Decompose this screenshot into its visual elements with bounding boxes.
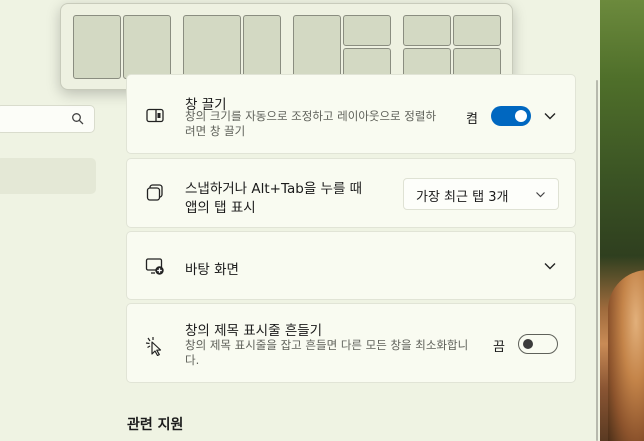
snap-window-icon [146, 108, 164, 123]
snap-zone-2-right[interactable] [243, 15, 281, 79]
toggle-state-label: 끔 [493, 340, 505, 355]
setting-card-desktop[interactable]: 바탕 화면 [126, 231, 576, 300]
card-title: 바탕 화면 [185, 262, 239, 278]
dropdown-selected-value: 가장 최근 탭 3개 [416, 190, 509, 205]
snap-zone-4-top-left[interactable] [403, 15, 451, 46]
card-title-line1: 스냅하거나 Alt+Tab을 누를 때 [185, 181, 363, 197]
card-title: 창의 제목 표시줄 흔들기 [185, 323, 323, 339]
search-icon [72, 113, 84, 125]
app-tabs-icon [146, 184, 163, 201]
card-description: 창의 크기를 자동으로 조정하고 레이아웃으로 정렬하려면 창 끌기 [185, 109, 437, 138]
toggle-knob [523, 339, 533, 349]
snap-zone-3-top-right[interactable] [343, 15, 391, 46]
snap-zone-3-left[interactable] [293, 15, 341, 79]
snap-zone-4-top-right[interactable] [453, 15, 501, 46]
chevron-down-icon [536, 192, 545, 198]
wallpaper-dog-fur [608, 270, 644, 441]
desktop-add-icon [145, 258, 164, 275]
chevron-down-icon[interactable] [543, 259, 557, 273]
desktop-wallpaper [600, 0, 644, 441]
chevron-down-icon[interactable] [543, 109, 557, 123]
setting-card-drag-window[interactable]: 창 끌기 창의 크기를 자동으로 조정하고 레이아웃으로 정렬하려면 창 끌기 … [126, 74, 576, 154]
card-description: 창의 제목 표시줄을 잡고 흔들면 다른 모든 창을 최소화합니다. [185, 338, 469, 367]
settings-search-input[interactable] [0, 105, 95, 133]
title-bar-shake-toggle[interactable] [518, 334, 558, 354]
snap-zone-1-left[interactable] [73, 15, 121, 79]
snap-zone-2-left[interactable] [183, 15, 241, 79]
toggle-knob [515, 110, 527, 122]
sidebar-item-selected[interactable] [0, 158, 96, 194]
recent-tabs-dropdown[interactable]: 가장 최근 탭 3개 [403, 178, 559, 210]
setting-card-snap-alt-tab: 스냅하거나 Alt+Tab을 누를 때 앱의 탭 표시 가장 최근 탭 3개 [126, 158, 576, 228]
toggle-state-label: 켬 [466, 112, 478, 127]
card-title-line2: 앱의 탭 표시 [185, 200, 256, 216]
drag-window-toggle[interactable] [491, 106, 531, 126]
related-support-heading: 관련 지원 [127, 417, 184, 433]
setting-card-title-bar-shake: 창의 제목 표시줄 흔들기 창의 제목 표시줄을 잡고 흔들면 다른 모든 창을… [126, 303, 576, 383]
snap-zone-1-right[interactable] [123, 15, 171, 79]
scrollbar[interactable] [596, 80, 598, 441]
shake-cursor-icon [145, 337, 162, 356]
